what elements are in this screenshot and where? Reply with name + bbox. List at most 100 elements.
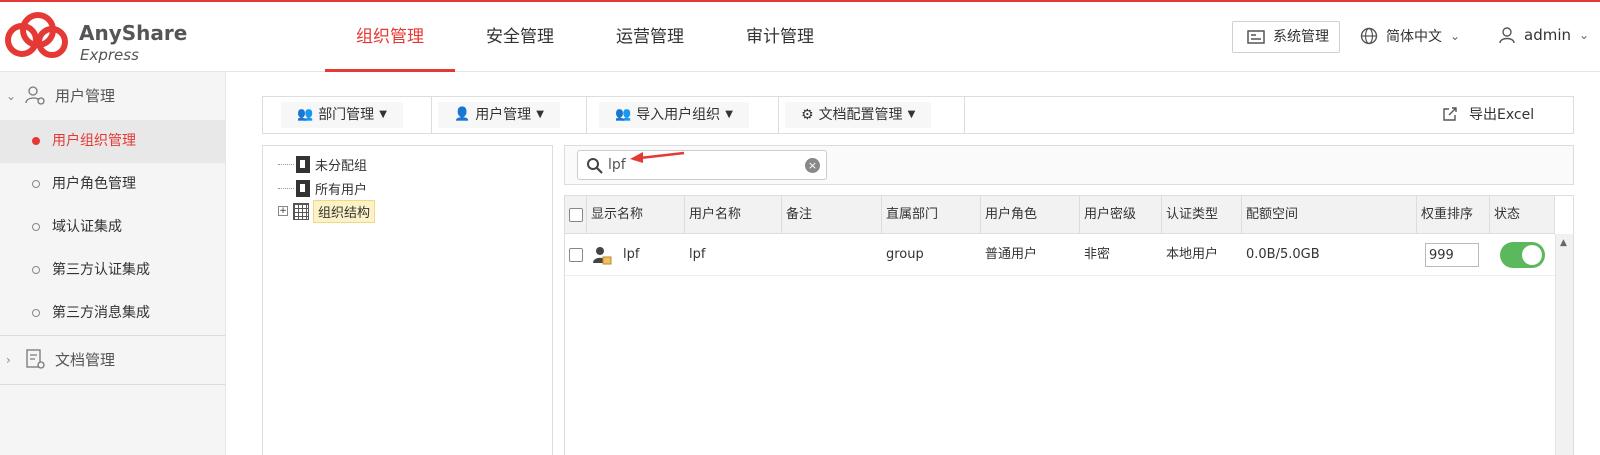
bullet-icon bbox=[32, 309, 40, 317]
red-arrow-annotation-icon bbox=[630, 151, 685, 163]
sidebar-group-user-management[interactable]: ⌄ 用户管理 bbox=[0, 72, 225, 120]
sidebar-group-label: 用户管理 bbox=[55, 87, 116, 105]
user-management-dropdown[interactable]: 👤 用户管理 ▼ bbox=[438, 102, 560, 128]
sidebar-item-user-role-management[interactable]: 用户角色管理 bbox=[0, 163, 225, 206]
bullet-icon bbox=[32, 223, 40, 231]
nav-security-management[interactable]: 安全管理 bbox=[455, 2, 585, 72]
weight-input[interactable] bbox=[1425, 243, 1479, 267]
document-settings-icon bbox=[26, 349, 45, 369]
tree-node-label: 组织结构 bbox=[313, 199, 376, 223]
sidebar-group-label: 文档管理 bbox=[55, 351, 116, 369]
column-header-display-name[interactable]: 显示名称 bbox=[587, 196, 685, 234]
divider bbox=[964, 97, 965, 133]
tree-node-label: 所有用户 bbox=[315, 182, 368, 198]
sidebar-item-label: 域认证集成 bbox=[52, 219, 122, 235]
user-settings-icon bbox=[25, 86, 45, 105]
nav-org-management[interactable]: 组织管理 bbox=[325, 2, 455, 72]
cell-role: 普通用户 bbox=[985, 247, 1038, 262]
column-header-username[interactable]: 用户名称 bbox=[685, 196, 782, 234]
system-management-label: 系统管理 bbox=[1273, 29, 1329, 45]
chevron-down-icon: ⌄ bbox=[1450, 29, 1461, 43]
tree-node-unassigned[interactable]: 未分配组 bbox=[278, 153, 367, 175]
language-selector[interactable]: 简体中文 ⌄ bbox=[1360, 26, 1460, 46]
column-header-secret-level[interactable]: 用户密级 bbox=[1080, 196, 1162, 234]
divider bbox=[586, 97, 587, 133]
sidebar: ⌄ 用户管理 用户组织管理 用户角色管理 域认证集成 第三方认证集成 第三方消息… bbox=[0, 72, 226, 455]
column-header-quota[interactable]: 配额空间 bbox=[1242, 196, 1417, 234]
sidebar-item-label: 用户组织管理 bbox=[52, 133, 136, 149]
import-user-org-label: 导入用户组织 bbox=[636, 107, 721, 123]
doc-config-management-dropdown[interactable]: ⚙ 文档配置管理 ▼ bbox=[785, 102, 932, 128]
table-vertical-scrollbar[interactable]: ▲ bbox=[1555, 234, 1573, 455]
sidebar-item-user-org-management[interactable]: 用户组织管理 bbox=[0, 120, 225, 163]
tree-node-all-users[interactable]: 所有用户 bbox=[278, 177, 367, 199]
caret-down-icon: ▼ bbox=[379, 109, 387, 120]
tree-node-org-structure[interactable]: + 组织结构 bbox=[278, 199, 376, 223]
search-icon bbox=[587, 158, 603, 174]
nav-operation-management[interactable]: 运营管理 bbox=[585, 2, 715, 72]
search-box[interactable]: × bbox=[577, 150, 827, 180]
divider bbox=[778, 97, 779, 133]
sidebar-group-document-management[interactable]: › 文档管理 bbox=[0, 336, 225, 384]
brand-logo[interactable]: AnyShare Express bbox=[0, 8, 187, 64]
monitor-icon bbox=[1247, 30, 1265, 44]
cell-username: lpf bbox=[689, 247, 706, 262]
chevron-down-icon: ⌄ bbox=[1579, 28, 1590, 42]
top-nav: 组织管理 安全管理 运营管理 审计管理 bbox=[325, 2, 845, 72]
system-management-button[interactable]: 系统管理 bbox=[1232, 21, 1340, 53]
org-grid-icon bbox=[293, 202, 309, 220]
sidebar-item-third-party-auth[interactable]: 第三方认证集成 bbox=[0, 249, 225, 292]
column-header-weight[interactable]: 权重排序 bbox=[1417, 196, 1490, 234]
brand-name: AnyShare bbox=[79, 21, 188, 45]
column-header-role[interactable]: 用户角色 bbox=[981, 196, 1080, 234]
user-menu[interactable]: admin ⌄ bbox=[1498, 26, 1589, 44]
import-user-org-dropdown[interactable]: 👥 导入用户组织 ▼ bbox=[599, 102, 749, 128]
sidebar-item-domain-auth[interactable]: 域认证集成 bbox=[0, 206, 225, 249]
export-excel-label: 导出Excel bbox=[1469, 107, 1535, 123]
chevron-down-icon: ⌄ bbox=[6, 89, 17, 103]
language-label: 简体中文 bbox=[1386, 29, 1442, 45]
sidebar-item-label: 用户角色管理 bbox=[52, 176, 136, 192]
department-management-dropdown[interactable]: 👥 部门管理 ▼ bbox=[281, 102, 403, 128]
sidebar-item-third-party-message[interactable]: 第三方消息集成 bbox=[0, 292, 225, 335]
table-row[interactable]: lpf lpf group 普通用户 非密 本地用户 0.0B/5.0GB bbox=[565, 234, 1555, 276]
brand-edition: Express bbox=[80, 46, 139, 64]
nav-audit-management[interactable]: 审计管理 bbox=[715, 2, 845, 72]
user-icon: 👤 bbox=[454, 107, 471, 122]
toggle-knob bbox=[1522, 245, 1542, 265]
column-header-status[interactable]: 状态 bbox=[1490, 196, 1555, 234]
cell-auth-type: 本地用户 bbox=[1166, 247, 1219, 262]
column-header-note[interactable]: 备注 bbox=[782, 196, 882, 234]
bullet-icon bbox=[32, 266, 40, 274]
caret-down-icon: ▼ bbox=[725, 109, 733, 120]
users-import-icon: 👥 bbox=[615, 107, 632, 122]
door-icon bbox=[296, 179, 310, 197]
top-header: AnyShare Express 组织管理 安全管理 运营管理 审计管理 系统管… bbox=[0, 2, 1600, 72]
chevron-right-icon: › bbox=[6, 353, 11, 367]
bullet-icon bbox=[32, 180, 40, 188]
column-header-auth-type[interactable]: 认证类型 bbox=[1162, 196, 1242, 234]
search-panel: × bbox=[564, 145, 1574, 185]
bullet-icon bbox=[32, 137, 40, 145]
users-icon: 👥 bbox=[297, 107, 314, 122]
door-icon bbox=[296, 155, 310, 173]
gear-icon: ⚙ bbox=[801, 107, 814, 123]
expand-plus-icon[interactable]: + bbox=[278, 206, 288, 216]
department-management-label: 部门管理 bbox=[318, 107, 375, 123]
globe-icon bbox=[1360, 27, 1378, 45]
tree-branch-line bbox=[278, 187, 294, 189]
status-toggle[interactable] bbox=[1500, 242, 1545, 268]
divider bbox=[0, 384, 225, 385]
org-tree-panel: 未分配组 所有用户 + 组织结构 bbox=[262, 145, 553, 455]
column-header-department[interactable]: 直属部门 bbox=[882, 196, 981, 234]
user-management-label: 用户管理 bbox=[475, 107, 532, 123]
row-checkbox[interactable] bbox=[569, 248, 583, 262]
cell-quota: 0.0B/5.0GB bbox=[1246, 247, 1320, 262]
export-icon bbox=[1443, 107, 1457, 121]
cell-note bbox=[782, 234, 786, 276]
export-excel-button[interactable]: 导出Excel bbox=[1441, 104, 1534, 124]
action-toolbar: 👥 部门管理 ▼ 👤 用户管理 ▼ 👥 导入用户组织 ▼ ⚙ 文档配置管理 ▼ … bbox=[262, 96, 1574, 134]
select-all-checkbox[interactable] bbox=[569, 208, 583, 222]
clear-icon[interactable]: × bbox=[805, 158, 820, 173]
scroll-up-arrow-icon[interactable]: ▲ bbox=[1560, 238, 1567, 248]
